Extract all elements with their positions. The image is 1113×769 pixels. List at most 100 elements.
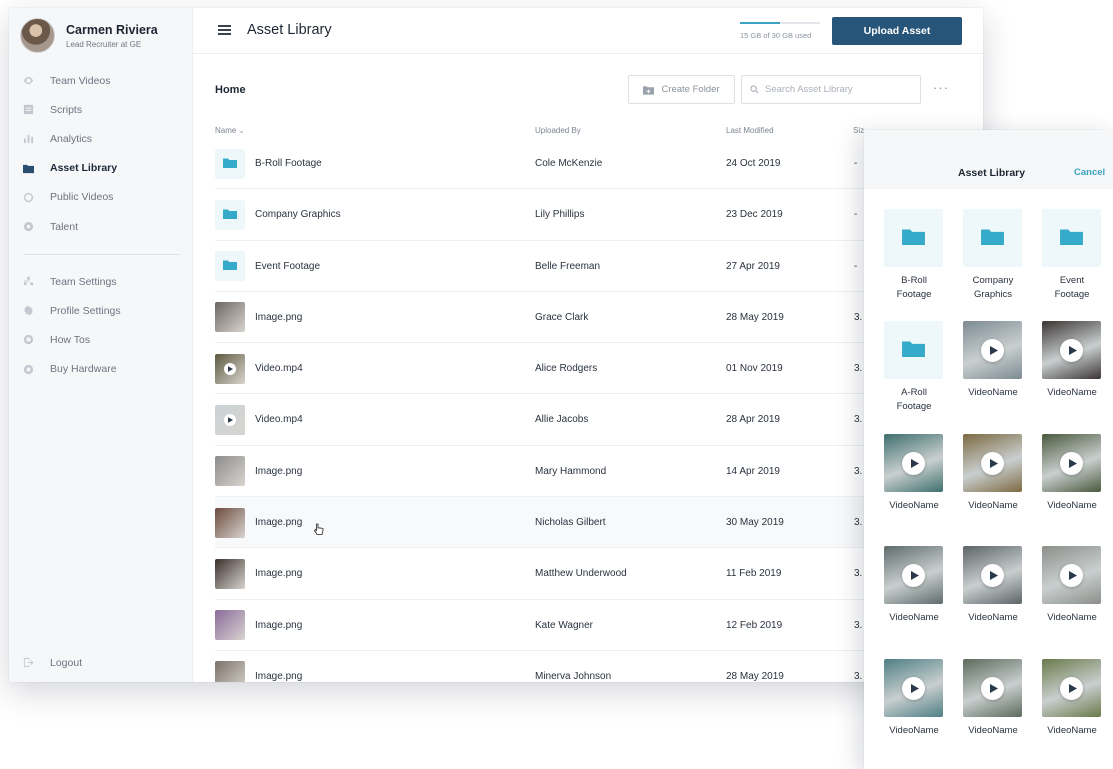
last-modified: 28 May 2019 [726,670,784,682]
tile-label: VideoName [889,725,939,736]
video-tile[interactable]: VideoName [1042,659,1102,738]
folder-tile[interactable]: B-Roll Footage [884,209,944,301]
folder-tile[interactable]: Event Footage [1042,209,1102,301]
storage-indicator: 15 GB of 30 GB used [740,22,820,40]
play-icon [1060,563,1083,587]
storage-text: 15 GB of 30 GB used [740,31,812,40]
play-icon [902,676,925,700]
folder-icon [23,163,34,174]
uploaded-by: Minerva Johnson [535,670,612,682]
sidebar-item-public-videos[interactable]: Public Videos [9,183,193,212]
sidebar-item-talent[interactable]: Talent [9,212,193,241]
upload-asset-button[interactable]: Upload Asset [832,17,962,45]
menu-icon[interactable] [218,25,231,35]
file-size: - [854,260,858,272]
tile-label: B-Roll Footage [896,275,932,300]
asset-thumbnail [215,661,245,682]
folder-tile[interactable]: A-Roll Footage [884,321,944,413]
last-modified: 23 Dec 2019 [726,209,783,221]
logout-button[interactable]: Logout [9,648,193,677]
asset-library-panel: Asset Library Cancel B-Roll Footage Compa… [864,130,1113,769]
sidebar-item-label: Public Videos [50,191,114,204]
uploaded-by: Mary Hammond [535,465,607,477]
sidebar-item-label: Scripts [50,103,83,116]
play-icon [902,451,925,475]
video-tile[interactable]: VideoName [1042,434,1102,513]
folder-icon [223,259,237,273]
create-folder-button[interactable]: Create Folder [628,75,735,104]
tile-label: VideoName [968,725,1018,736]
tile-thumbnail [884,659,943,717]
asset-thumbnail [215,148,245,179]
asset-name: Video.mp4 [255,363,303,375]
tile-thumbnail [963,321,1022,379]
search-box[interactable] [741,75,921,104]
folder-icon [902,227,925,250]
file-size: 3. [854,363,863,375]
folder-icon [223,157,237,171]
uploaded-by: Lily Phillips [535,209,585,221]
breadcrumb[interactable]: Home [215,84,246,96]
tile-thumbnail [884,321,943,379]
column-last-modified[interactable]: Last Modified [726,126,774,135]
column-name[interactable]: Name ⌄ [215,126,244,135]
asset-thumbnail [215,404,245,435]
play-icon [1060,451,1083,475]
team-icon [23,276,34,287]
asset-thumbnail [215,456,245,487]
user-name: Carmen Riviera [66,22,158,37]
asset-name: Image.png [255,670,303,682]
sidebar-item-analytics[interactable]: Analytics [9,124,193,153]
last-modified: 01 Nov 2019 [726,363,783,375]
last-modified: 24 Oct 2019 [726,158,781,169]
tile-thumbnail [963,434,1022,492]
video-tile[interactable]: VideoName [884,546,944,625]
last-modified: 27 Apr 2019 [726,260,780,272]
video-tile[interactable]: VideoName [1042,546,1102,625]
sidebar-item-asset-library[interactable]: Asset Library [9,154,193,183]
sidebar-item-buy-hardware[interactable]: Buy Hardware [9,355,193,384]
folder-icon [902,339,925,362]
video-tile[interactable]: VideoName [963,321,1023,400]
avatar[interactable] [20,18,55,53]
sidebar-item-label: Team Videos [50,74,111,87]
column-size[interactable]: Siz [853,126,864,135]
panel-header: Asset Library Cancel [864,130,1113,189]
storage-bar [740,22,820,24]
asset-name: Image.png [255,568,303,580]
folder-tile[interactable]: Company Graphics [963,209,1023,301]
folder-icon [1060,227,1083,250]
tile-label: VideoName [1047,725,1097,736]
cancel-button[interactable]: Cancel [1074,167,1105,178]
tile-thumbnail [1042,546,1101,604]
sidebar-item-how-tos[interactable]: How Tos [9,325,193,354]
more-options-icon[interactable]: ··· [933,81,949,94]
user-profile[interactable]: Carmen Riviera Lead Recruiter at GE [20,18,158,53]
create-folder-label: Create Folder [661,84,720,95]
uploaded-by: Nicholas Gilbert [535,517,606,529]
sidebar-item-team-settings[interactable]: Team Settings [9,267,193,296]
video-tile[interactable]: VideoName [963,659,1023,738]
video-tile[interactable]: VideoName [1042,321,1102,400]
file-size: 3. [854,670,863,682]
file-size: 3. [854,414,863,426]
play-icon [981,338,1004,362]
play-icon [981,676,1004,700]
file-size: - [854,158,858,169]
video-tile[interactable]: VideoName [884,434,944,513]
last-modified: 14 Apr 2019 [726,465,780,477]
asset-name: B-Roll Footage [255,158,322,169]
sidebar-item-team-videos[interactable]: Team Videos [9,66,193,95]
video-tile[interactable]: VideoName [963,434,1023,513]
search-input[interactable] [765,84,915,95]
column-uploaded-by[interactable]: Uploaded By [535,126,581,135]
play-icon [981,451,1004,475]
globe-icon [23,192,34,203]
video-tile[interactable]: VideoName [884,659,944,738]
video-tile[interactable]: VideoName [963,546,1023,625]
sidebar-item-scripts[interactable]: Scripts [9,95,193,124]
sidebar-item-label: Buy Hardware [50,363,117,376]
logout-label: Logout [50,656,83,669]
sidebar-item-profile-settings[interactable]: Profile Settings [9,296,193,325]
last-modified: 30 May 2019 [726,517,784,529]
